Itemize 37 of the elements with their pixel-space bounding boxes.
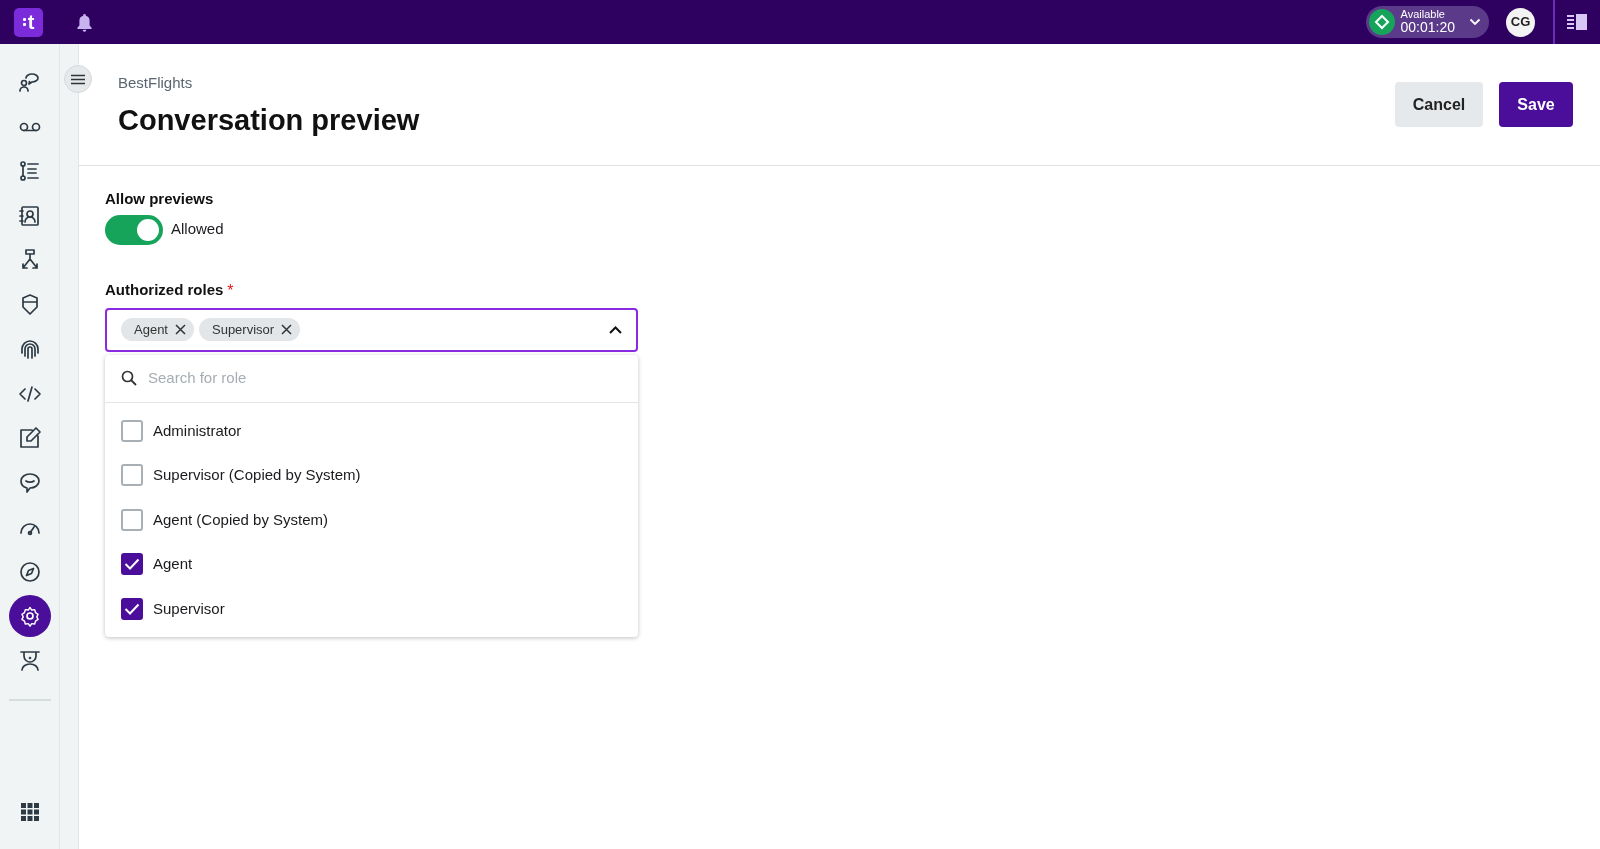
- settings-icon[interactable]: [8, 595, 51, 637]
- user-avatar[interactable]: CG: [1506, 7, 1535, 37]
- save-button[interactable]: Save: [1499, 82, 1573, 127]
- app-grid-icon[interactable]: [20, 802, 39, 821]
- checkbox[interactable]: [121, 597, 143, 620]
- role-option[interactable]: Administrator: [105, 408, 638, 453]
- close-icon[interactable]: [281, 324, 293, 335]
- app-logo[interactable]: t: [14, 7, 43, 37]
- toggle-switch[interactable]: [105, 214, 163, 245]
- panel-icon[interactable]: [1567, 14, 1587, 30]
- field-label: Allow previews: [105, 189, 215, 209]
- cancel-button[interactable]: Cancel: [1395, 82, 1483, 127]
- search-icon: [121, 370, 137, 386]
- checkbox[interactable]: [121, 508, 143, 531]
- menu-icon: [71, 73, 85, 85]
- role-tag: Agent: [121, 318, 194, 341]
- menu-toggle[interactable]: [64, 65, 92, 93]
- status-selector[interactable]: Available 00:01:20: [1365, 6, 1489, 38]
- role-option[interactable]: Agent (Copied by System): [105, 497, 638, 542]
- breadcrumb: BestFlights: [118, 73, 194, 93]
- page-title: Conversation preview: [118, 102, 420, 138]
- bell-icon[interactable]: [76, 12, 93, 32]
- close-icon[interactable]: [175, 324, 186, 335]
- chevron-down-icon: [1469, 18, 1481, 26]
- field-label: Authorized roles: [105, 279, 224, 300]
- checkbox[interactable]: [121, 419, 143, 442]
- required-mark: *: [227, 280, 234, 301]
- role-tag: Supervisor: [199, 318, 301, 341]
- role-option[interactable]: Agent: [105, 542, 638, 587]
- roles-select[interactable]: Agent Supervisor: [105, 307, 638, 352]
- chevron-up-icon[interactable]: [609, 325, 622, 334]
- toggle-state-text: Allowed: [171, 219, 224, 240]
- role-option[interactable]: Supervisor (Copied by System): [105, 453, 638, 498]
- role-option[interactable]: Supervisor: [105, 586, 638, 631]
- checkbox[interactable]: [121, 553, 143, 576]
- checkbox[interactable]: [121, 464, 143, 487]
- diamond-icon: [1373, 14, 1390, 30]
